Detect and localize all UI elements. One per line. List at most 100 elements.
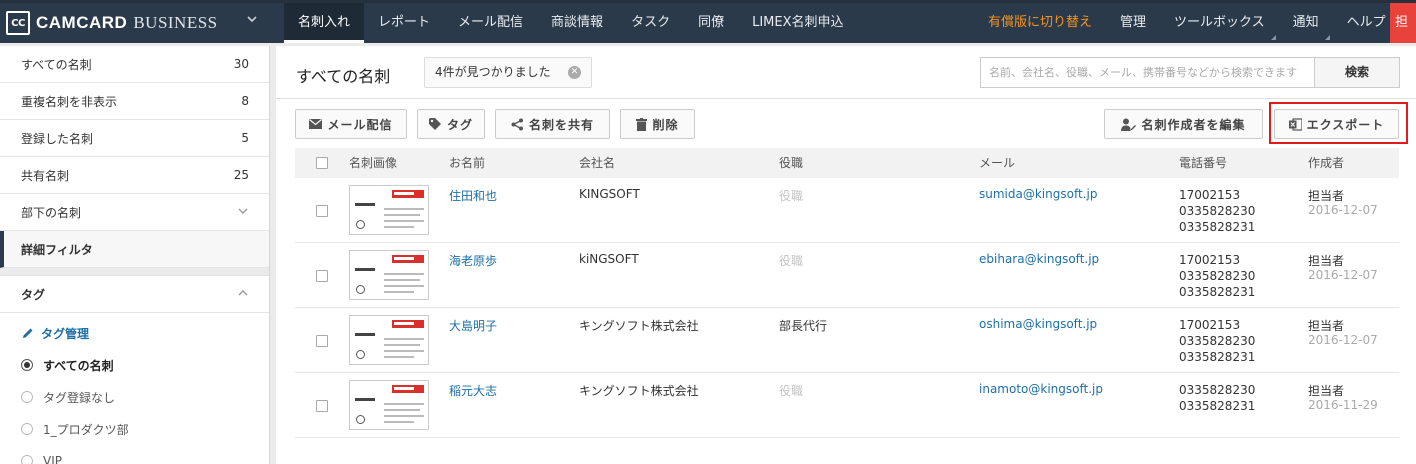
main-header: すべての名刺 4件が見つかりました ✕ 検索	[276, 46, 1416, 99]
divider	[0, 268, 269, 276]
email-link[interactable]: oshima@kingsoft.jp	[979, 317, 1097, 331]
nav-report[interactable]: レポート	[364, 3, 444, 43]
tag-option-vip[interactable]: VIP	[0, 445, 269, 464]
created-date: 2016-11-29	[1308, 398, 1378, 412]
radio[interactable]	[21, 455, 33, 464]
count-badge: 5	[241, 131, 249, 145]
company-name: キングソフト株式会社	[579, 384, 699, 398]
chevron-down-icon[interactable]	[246, 13, 258, 29]
phone-numbers: 17002153 0335828230 0335828231	[1179, 318, 1256, 364]
email-link[interactable]: sumida@kingsoft.jp	[979, 187, 1097, 201]
row-checkbox[interactable]	[316, 335, 328, 347]
nav-deals[interactable]: 商談情報	[537, 3, 617, 43]
business-card-thumbnail[interactable]	[349, 250, 429, 300]
nav-admin[interactable]: 管理	[1106, 3, 1160, 43]
nav-limex[interactable]: LIMEX名刺申込	[738, 3, 857, 43]
logo-mark: CC	[6, 11, 30, 35]
row-checkbox[interactable]	[316, 205, 328, 217]
tag-option-products[interactable]: 1_プロダクツ部	[0, 413, 269, 445]
job-title: 役職	[779, 384, 804, 398]
nav-business-cards[interactable]: 名刺入れ	[284, 3, 365, 43]
creator: 担当者	[1308, 189, 1345, 203]
nav-toolbox[interactable]: ツールボックス	[1160, 3, 1279, 43]
count-badge: 25	[233, 168, 249, 182]
business-card-thumbnail[interactable]	[349, 185, 429, 235]
pencil-icon	[23, 328, 33, 338]
edit-creator-button[interactable]: 名刺作成者を編集	[1104, 109, 1263, 139]
job-title: 部長代行	[779, 319, 828, 333]
chevron-up-icon	[237, 287, 249, 302]
column-header[interactable]: 作成者	[1308, 148, 1344, 178]
creator: 担当者	[1308, 254, 1345, 268]
sidebar-item-hide-duplicates[interactable]: 重複名刺を非表示 8	[0, 83, 269, 120]
share-button[interactable]: 名刺を共有	[495, 109, 610, 139]
user-menu-tab[interactable]: 担	[1390, 3, 1416, 43]
row-checkbox[interactable]	[316, 400, 328, 412]
table-row[interactable]: 大島明子 キングソフト株式会社 部長代行 oshima@kingsoft.jp …	[295, 308, 1399, 373]
column-header[interactable]: 会社名	[579, 148, 615, 178]
select-all-checkbox[interactable]	[316, 157, 328, 169]
right-nav: 有償版に切り替え 管理 ツールボックス 通知 ヘルプ	[974, 3, 1400, 43]
app-logo[interactable]: CC CAMCARD BUSINESS	[0, 3, 282, 43]
radio[interactable]	[21, 391, 33, 403]
contact-name-link[interactable]: 稲元大志	[449, 382, 497, 399]
table-row[interactable]: 海老原歩 kiNGSOFT 役職 ebihara@kingsoft.jp 170…	[295, 243, 1399, 308]
sidebar-item-all-cards[interactable]: すべての名刺 30	[0, 46, 269, 83]
mail-button[interactable]: メール配信	[295, 109, 407, 139]
created-date: 2016-12-07	[1308, 268, 1378, 282]
column-header[interactable]: お名前	[449, 148, 485, 178]
tag-option-untagged[interactable]: タグ登録なし	[0, 381, 269, 413]
main-panel: すべての名刺 4件が見つかりました ✕ 検索 メール配信 タグ 名刺を共有 削除…	[276, 46, 1416, 464]
creator: 担当者	[1308, 319, 1345, 333]
toolbar: メール配信 タグ 名刺を共有 削除 名刺作成者を編集 エクスポート	[276, 109, 1416, 139]
contact-name-link[interactable]: 大島明子	[449, 317, 497, 334]
main-nav: 名刺入れ レポート メール配信 商談情報 タスク 同僚 LIMEX名刺申込	[284, 3, 858, 43]
nav-notifications[interactable]: 通知	[1279, 3, 1333, 43]
tag-button[interactable]: タグ	[417, 109, 485, 139]
tag-icon	[428, 118, 441, 130]
page-title: すべての名刺	[296, 67, 391, 86]
email-link[interactable]: inamoto@kingsoft.jp	[979, 382, 1103, 396]
company-name: キングソフト株式会社	[579, 319, 699, 333]
sidebar-item-registered[interactable]: 登録した名刺 5	[0, 120, 269, 157]
tag-manage-link[interactable]: タグ管理	[0, 317, 269, 349]
column-header[interactable]: 役職	[779, 148, 803, 178]
nav-mail[interactable]: メール配信	[444, 3, 537, 43]
export-highlight-box	[1269, 102, 1408, 144]
delete-button[interactable]: 削除	[620, 109, 695, 139]
clear-icon[interactable]: ✕	[568, 66, 581, 79]
contact-name-link[interactable]: 住田和也	[449, 187, 497, 204]
job-title: 役職	[779, 189, 804, 203]
tag-option-all[interactable]: すべての名刺	[0, 349, 269, 381]
nav-tasks[interactable]: タスク	[617, 3, 684, 43]
radio-selected[interactable]	[21, 359, 33, 371]
company-name: KINGSOFT	[579, 187, 640, 201]
tag-section-header[interactable]: タグ	[0, 276, 269, 313]
job-title: 役職	[779, 254, 804, 268]
column-header[interactable]: メール	[979, 148, 1015, 178]
column-header: 名刺画像	[349, 156, 398, 170]
search-button[interactable]: 検索	[1314, 57, 1400, 88]
nav-colleagues[interactable]: 同僚	[684, 3, 738, 43]
business-card-thumbnail[interactable]	[349, 315, 429, 365]
sidebar: すべての名刺 30 重複名刺を非表示 8 登録した名刺 5 共有名刺 25 部下…	[0, 46, 270, 464]
sidebar-item-shared[interactable]: 共有名刺 25	[0, 157, 269, 194]
email-link[interactable]: ebihara@kingsoft.jp	[979, 252, 1099, 266]
sidebar-item-advanced-filter[interactable]: 詳細フィルタ	[0, 231, 269, 268]
radio[interactable]	[21, 423, 33, 435]
table-row[interactable]: 稲元大志 キングソフト株式会社 役職 inamoto@kingsoft.jp 0…	[295, 373, 1399, 438]
phone-numbers: 17002153 0335828230 0335828231	[1179, 188, 1256, 234]
phone-numbers: 17002153 0335828230 0335828231	[1179, 253, 1256, 299]
share-icon	[511, 118, 523, 130]
count-badge: 30	[233, 57, 249, 71]
sidebar-item-subordinates[interactable]: 部下の名刺	[0, 194, 269, 231]
contact-name-link[interactable]: 海老原歩	[449, 252, 497, 269]
count-badge: 8	[241, 94, 249, 108]
search-input[interactable]	[980, 57, 1314, 88]
upgrade-link[interactable]: 有償版に切り替え	[974, 3, 1106, 43]
trash-icon	[636, 117, 648, 131]
column-header[interactable]: 電話番号	[1179, 148, 1227, 178]
row-checkbox[interactable]	[316, 270, 328, 282]
table-row[interactable]: 住田和也 KINGSOFT 役職 sumida@kingsoft.jp 1700…	[295, 178, 1399, 243]
business-card-thumbnail[interactable]	[349, 380, 429, 430]
